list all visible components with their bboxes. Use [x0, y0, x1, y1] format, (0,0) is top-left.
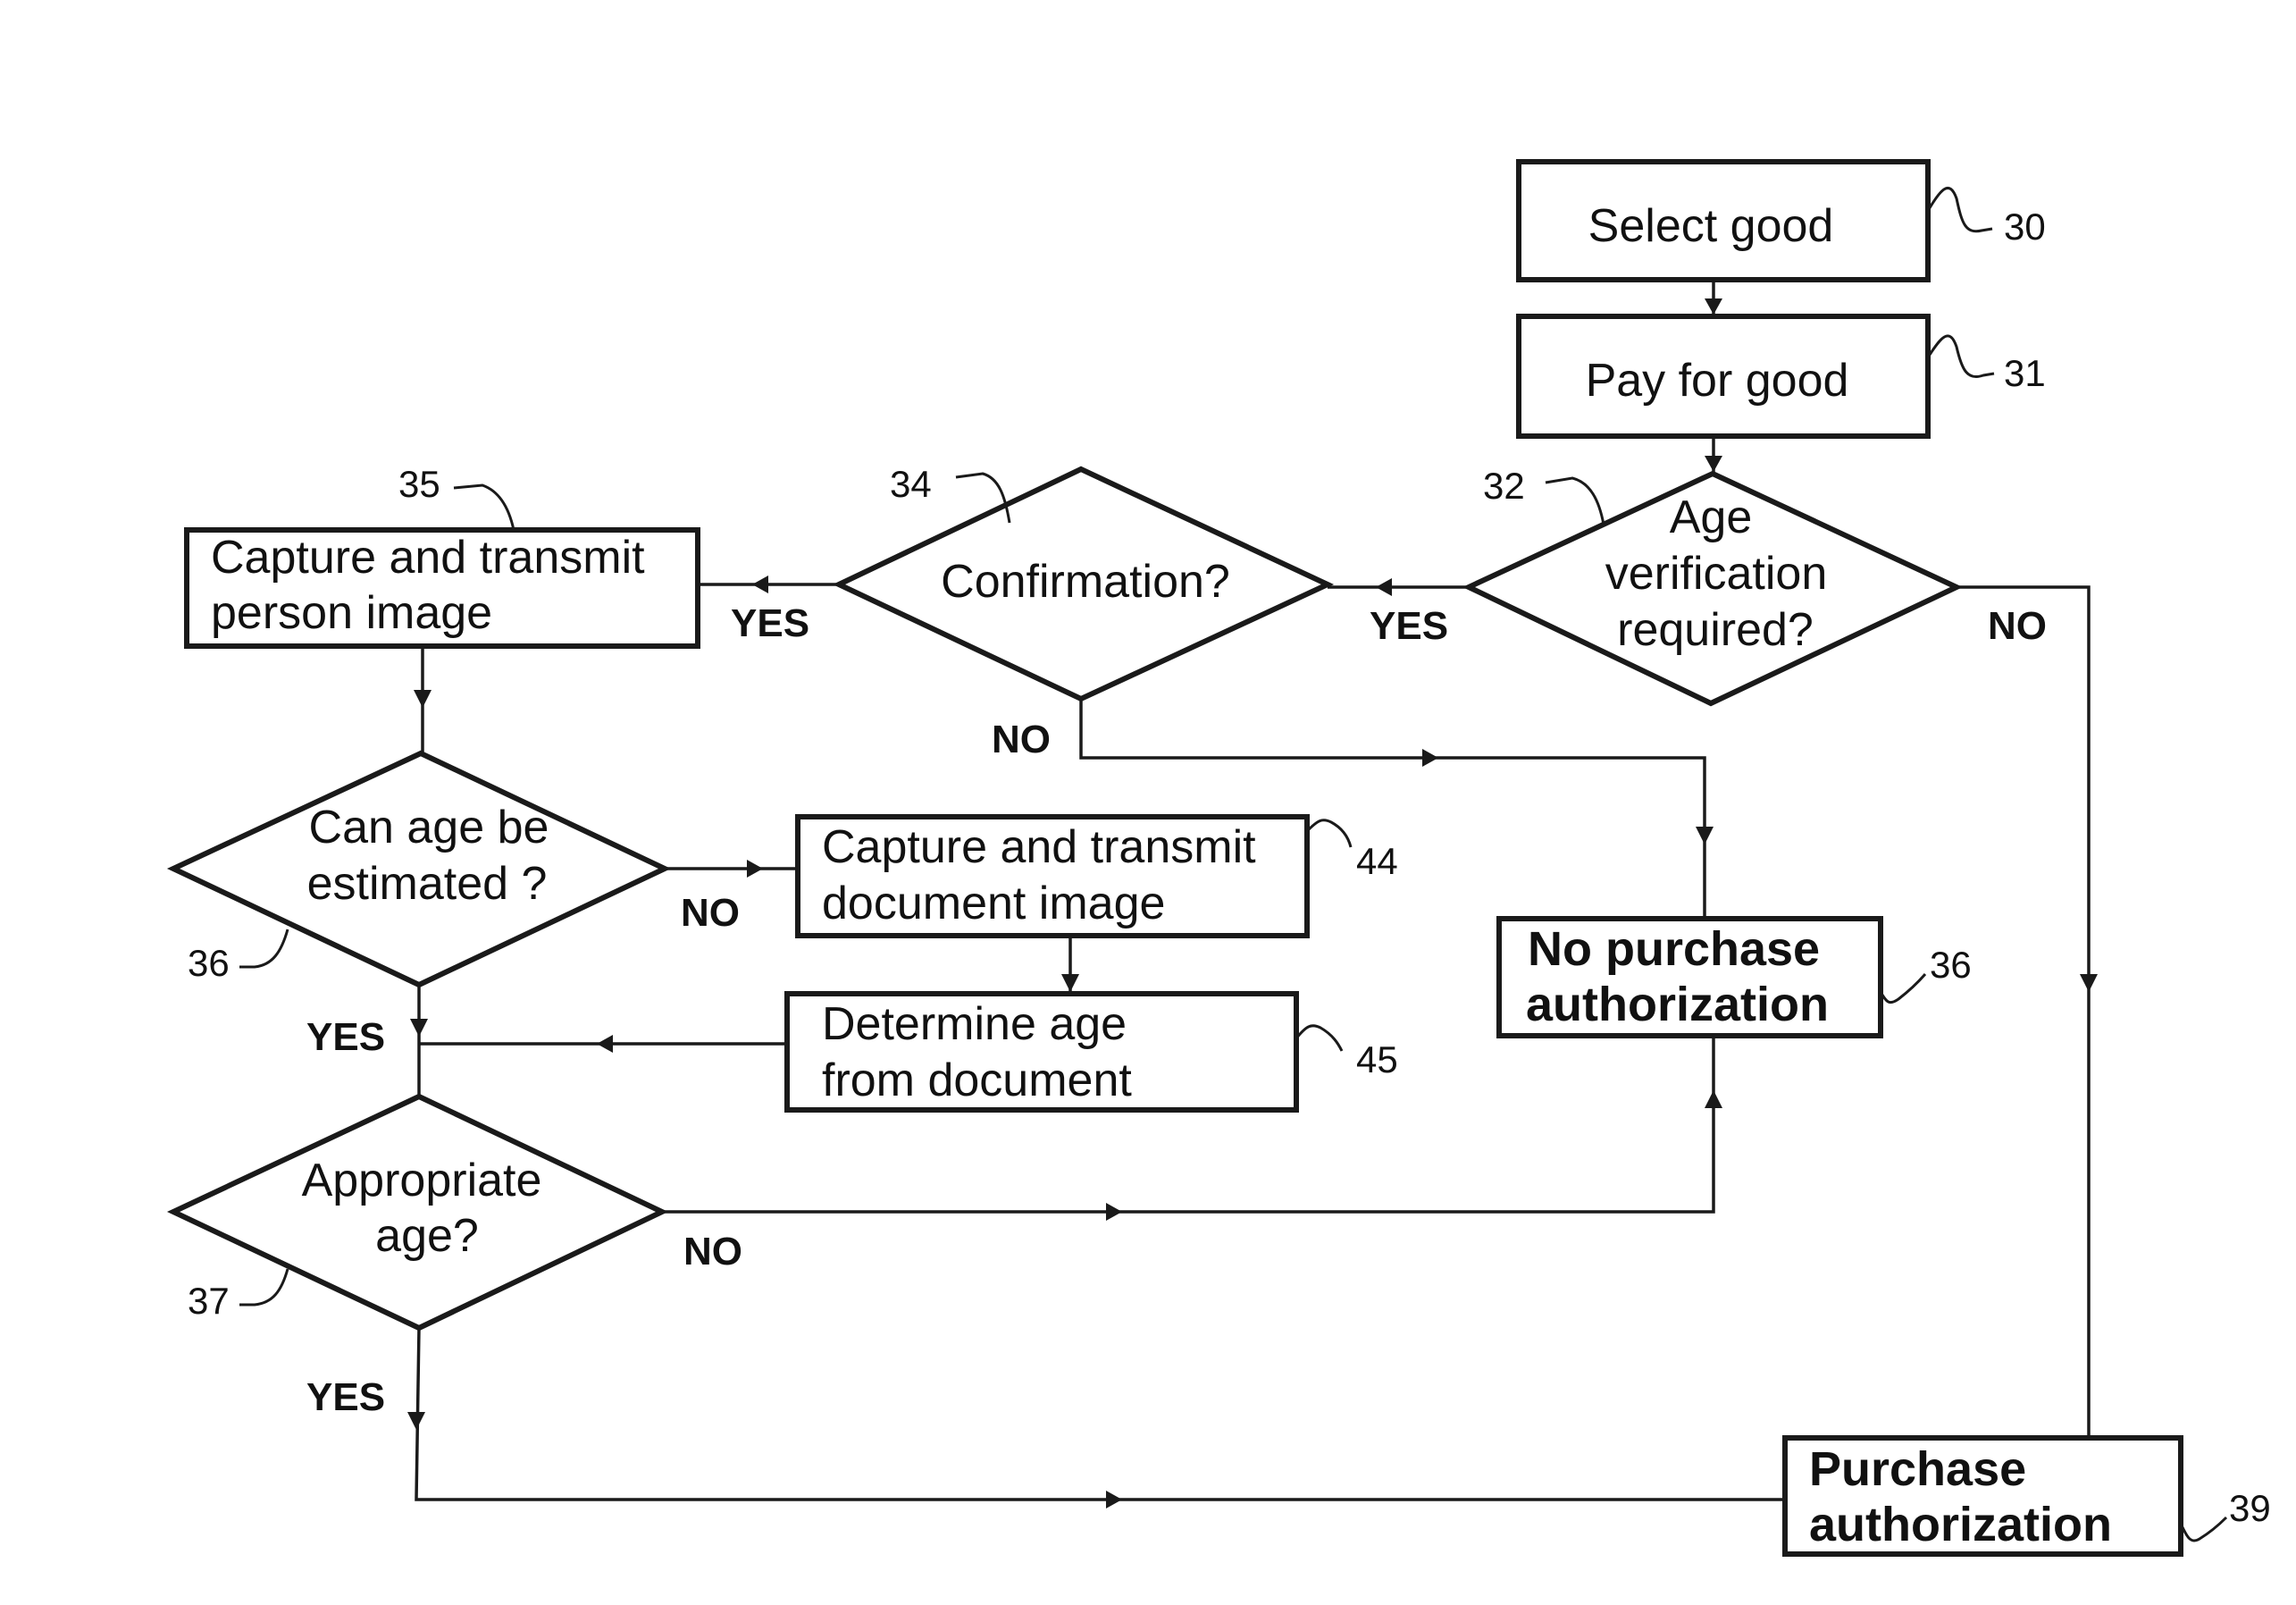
node-capture-person: Capture and transmit person image — [184, 527, 700, 649]
node-purchase-auth: Purchase authorization — [1782, 1435, 2183, 1557]
flowchart: Select good Pay for good Age verificatio… — [166, 159, 2271, 1557]
arrowhead — [407, 1412, 425, 1430]
edge-appropriate-to-purchase — [415, 1327, 1785, 1501]
ref-36-estimate: 36 — [188, 942, 230, 984]
edge-label-age-no: NO — [1988, 604, 2047, 648]
leader-line — [1545, 476, 1605, 525]
arrowhead — [410, 1019, 428, 1037]
edge-label-appropriate-yes: YES — [306, 1375, 385, 1419]
leader-line — [1305, 819, 1353, 848]
leader-line — [239, 929, 289, 969]
edge-label-estimate-yes: YES — [306, 1015, 385, 1059]
leader-line — [1926, 334, 1995, 378]
ref-35: 35 — [398, 463, 440, 505]
node-label-line: authorization — [1526, 978, 1829, 1031]
node-can-age-be-estimated: Can age be estimated ? — [166, 750, 672, 988]
node-label-line: Can age be — [309, 802, 549, 853]
node-appropriate-age: Appropriate age? — [166, 1093, 668, 1332]
arrowhead — [747, 860, 763, 878]
ref-37: 37 — [188, 1280, 230, 1322]
arrowhead — [1061, 974, 1079, 992]
arrowhead — [597, 1035, 613, 1053]
node-label-line: Capture and transmit — [211, 532, 645, 584]
ref-31: 31 — [2004, 352, 2046, 394]
ref-34: 34 — [890, 463, 932, 505]
arrowhead — [1422, 749, 1438, 767]
node-label-line: required? — [1617, 604, 1814, 656]
node-label-line: estimated ? — [307, 858, 548, 910]
node-label-line: No purchase — [1528, 922, 1820, 976]
arrowhead — [1705, 298, 1722, 315]
ref-30: 30 — [2004, 206, 2046, 248]
ref-39: 39 — [2229, 1487, 2271, 1529]
edge-label-confirm-yes: YES — [731, 601, 809, 645]
node-age-verification: Age verification required? — [1462, 470, 1964, 707]
ref-32: 32 — [1483, 465, 1525, 507]
edge-label-appropriate-no: NO — [683, 1230, 742, 1273]
node-label-line: age? — [375, 1210, 479, 1262]
ref-44: 44 — [1356, 840, 1398, 882]
node-label: Select good — [1588, 200, 1834, 252]
leader-line — [2179, 1516, 2228, 1542]
arrowhead — [752, 576, 768, 593]
leader-line — [239, 1268, 289, 1307]
arrowhead — [1376, 578, 1392, 596]
arrowhead — [2080, 974, 2098, 992]
leader-line — [1879, 973, 1927, 1004]
arrowhead — [1696, 827, 1714, 845]
node-pay-for-good: Pay for good — [1516, 314, 1931, 439]
node-label-line: person image — [211, 587, 492, 639]
node-no-purchase: No purchase authorization — [1496, 916, 1883, 1038]
node-label-line: Purchase — [1809, 1442, 2026, 1496]
node-label-line: verification — [1605, 548, 1828, 600]
edge-age-to-purchase — [1957, 585, 2091, 1438]
node-capture-document: Capture and transmit document image — [795, 814, 1310, 938]
node-label: Confirmation? — [941, 556, 1230, 608]
arrowhead — [1106, 1491, 1122, 1508]
leader-line — [453, 483, 515, 531]
edge-label-confirm-no: NO — [992, 718, 1051, 761]
node-determine-age: Determine age from document — [784, 991, 1299, 1113]
arrowhead — [1705, 1090, 1722, 1108]
arrowhead — [414, 690, 432, 708]
node-select-good: Select good — [1516, 159, 1931, 282]
arrowhead — [1705, 456, 1722, 472]
node-label-line: from document — [822, 1055, 1132, 1106]
node-label-line: authorization — [1809, 1498, 2112, 1551]
ref-36-no-purchase: 36 — [1930, 944, 1972, 986]
node-label-line: document image — [822, 878, 1165, 929]
ref-45: 45 — [1356, 1038, 1398, 1080]
node-label-line: Age — [1670, 492, 1753, 543]
node-label-line: Determine age — [822, 998, 1127, 1050]
leader-line — [1926, 187, 1993, 233]
node-label-line: Capture and transmit — [822, 821, 1256, 873]
edge-label-age-yes: YES — [1370, 604, 1448, 648]
arrowhead — [1106, 1203, 1122, 1221]
edge-label-estimate-no: NO — [681, 891, 740, 935]
leader-line — [1295, 1024, 1344, 1052]
node-label: Pay for good — [1586, 355, 1849, 407]
node-label-line: Appropriate — [302, 1155, 542, 1206]
